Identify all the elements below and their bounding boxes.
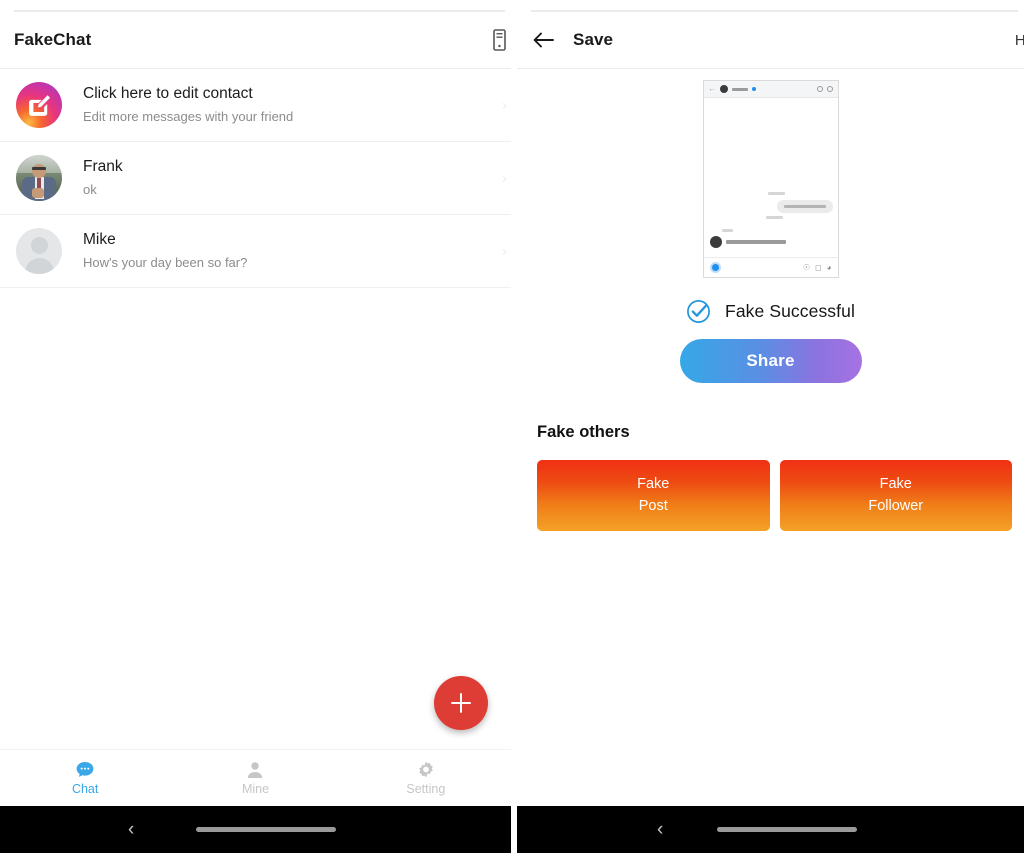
system-navigation-bar-left: ‹ xyxy=(0,806,511,853)
list-item[interactable]: Frank ok › xyxy=(0,142,511,215)
preview-camera-icon xyxy=(709,262,721,273)
home-link[interactable]: Ho xyxy=(1015,32,1024,49)
preview-header: ← xyxy=(703,81,838,98)
tab-label: Chat xyxy=(71,782,99,797)
add-chat-fab-button[interactable] xyxy=(434,676,488,730)
tab-label: Mine xyxy=(241,782,270,797)
preview-conversation xyxy=(704,99,838,275)
preview-contact-name xyxy=(731,87,748,91)
left-phone-screen: FakeChat Click here to edit contact Edit… xyxy=(0,0,511,853)
preview-avatar xyxy=(719,85,728,93)
dual-screenshot-container: FakeChat Click here to edit contact Edit… xyxy=(0,0,1024,853)
list-item-title: Click here to edit contact xyxy=(83,84,253,102)
fake-post-line1: Fake xyxy=(637,476,670,493)
tab-setting[interactable]: Setting xyxy=(341,760,511,796)
back-arrow-icon[interactable] xyxy=(531,27,557,53)
preview-timestamp xyxy=(721,229,733,232)
system-navigation-bar-right: ‹ xyxy=(517,806,1024,853)
chevron-right-icon: › xyxy=(502,242,507,260)
check-circle-icon xyxy=(686,299,711,324)
list-item[interactable]: Click here to edit contact Edit more mes… xyxy=(0,69,511,142)
preview-call-icon xyxy=(816,86,823,92)
sticker-icon: ◻ xyxy=(815,263,822,272)
right-phone-screen: Save Ho ← xyxy=(517,0,1024,853)
edit-contact-gradient-icon xyxy=(16,82,62,128)
fake-follower-card[interactable]: Fake Follower xyxy=(779,460,1012,531)
home-gesture-pill[interactable] xyxy=(196,827,336,832)
chevron-right-icon: › xyxy=(502,169,507,187)
tab-mine[interactable]: Mine xyxy=(170,760,340,796)
person-icon xyxy=(245,760,265,780)
app-bar-left: FakeChat xyxy=(0,12,511,69)
page-title: Save xyxy=(573,30,614,49)
tab-label: Setting xyxy=(406,782,446,797)
preview-timestamp xyxy=(767,192,785,195)
tab-chat[interactable]: Chat xyxy=(0,760,170,796)
preview-outgoing-bubble xyxy=(776,200,833,213)
home-gesture-pill[interactable] xyxy=(717,827,857,832)
fake-follower-line1: Fake xyxy=(879,476,912,493)
success-status-row: Fake Successful xyxy=(517,299,1024,324)
save-screen-body: ← ☉ ◻ ◕ Fake Successful Share Fake other… xyxy=(517,69,1024,806)
fake-others-card-list: Fake Post Fake Follower xyxy=(537,460,1012,531)
fake-post-card[interactable]: Fake Post xyxy=(537,460,770,531)
gear-icon xyxy=(416,760,436,780)
list-item-text: Frank ok xyxy=(83,157,502,199)
gallery-icon: ◕ xyxy=(826,263,832,272)
list-item[interactable]: Mike How's your day been so far? › xyxy=(0,215,511,288)
fake-post-line2: Post xyxy=(638,497,668,514)
preview-container: ← ☉ ◻ ◕ xyxy=(517,69,1024,278)
share-button[interactable]: Share xyxy=(679,339,862,383)
avatar xyxy=(16,155,62,201)
chevron-right-icon: › xyxy=(502,96,507,114)
system-back-button[interactable]: ‹ xyxy=(657,820,663,839)
chat-screenshot-preview[interactable]: ← ☉ ◻ ◕ xyxy=(702,80,839,278)
fake-follower-line2: Follower xyxy=(868,497,924,514)
preview-message-avatar xyxy=(709,236,722,248)
page-title: FakeChat xyxy=(14,30,92,49)
status-bar-left xyxy=(0,0,511,13)
preview-timestamp xyxy=(765,216,783,219)
preview-input-bar: ☉ ◻ ◕ xyxy=(703,257,838,277)
microphone-icon: ☉ xyxy=(802,263,811,272)
chat-list: Click here to edit contact Edit more mes… xyxy=(0,69,511,749)
list-item-subtitle: Edit more messages with your friend xyxy=(83,108,294,124)
list-item-subtitle: ok xyxy=(83,181,97,197)
status-bar-right xyxy=(517,0,1024,13)
preview-video-icon xyxy=(826,86,833,92)
list-item-title: Mike xyxy=(83,230,116,248)
fake-others-heading: Fake others xyxy=(537,423,630,441)
status-badge: Fake Successful xyxy=(725,301,855,321)
system-back-button[interactable]: ‹ xyxy=(128,820,134,839)
preview-status-dot xyxy=(751,87,756,91)
list-item-text: Mike How's your day been so far? xyxy=(83,230,502,272)
preview-back-icon: ← xyxy=(708,85,716,93)
preview-input-icons: ☉ ◻ ◕ xyxy=(803,263,832,272)
default-person-avatar xyxy=(16,228,62,274)
list-item-title: Frank xyxy=(83,157,123,175)
chat-bubble-icon xyxy=(75,760,95,780)
app-bar-right: Save Ho xyxy=(517,12,1024,69)
list-item-text: Click here to edit contact Edit more mes… xyxy=(83,84,502,126)
device-phone-icon[interactable] xyxy=(493,29,509,51)
list-item-subtitle: How's your day been so far? xyxy=(83,254,248,270)
preview-incoming-message xyxy=(725,240,786,244)
bottom-tab-bar: Chat Mine Setting xyxy=(0,749,511,806)
